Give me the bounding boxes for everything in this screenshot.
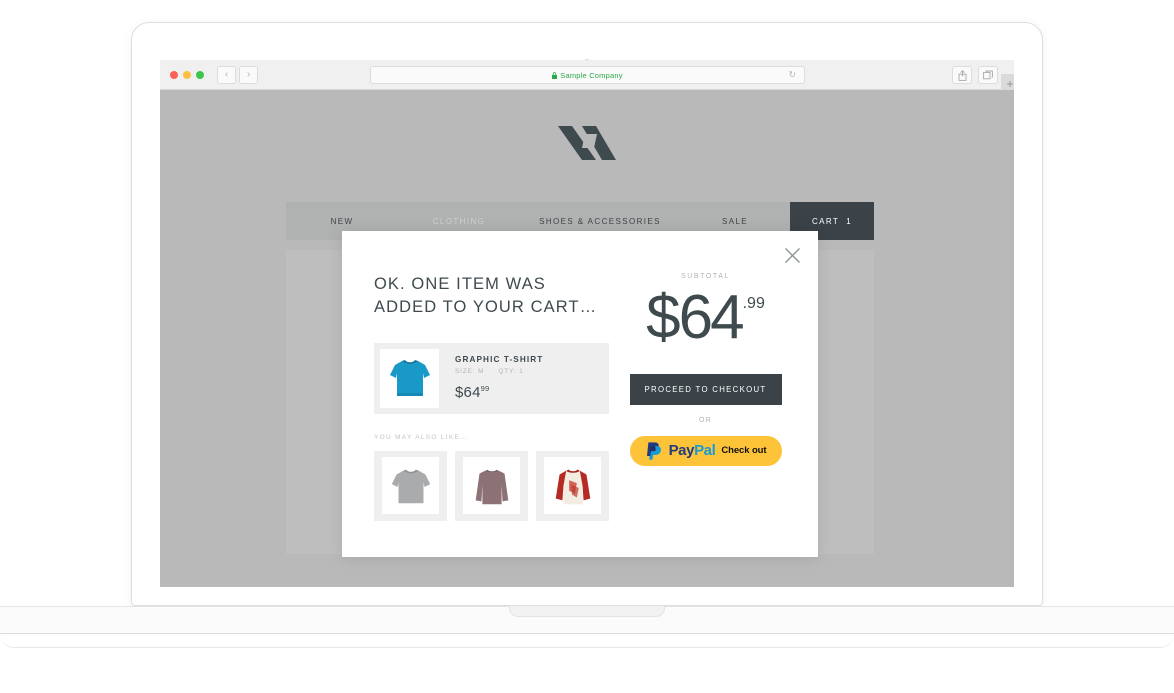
subtotal-label: SUBTOTAL	[680, 273, 731, 280]
show-tabs-button[interactable]	[978, 66, 998, 84]
modal-left-column: OK. ONE ITEM WAS ADDED TO YOUR CART… GRA…	[374, 273, 609, 521]
site-title-text: Sample Company	[560, 70, 623, 80]
close-icon	[784, 247, 800, 263]
cart-item-details: GRAPHIC T-SHIRT SIZE: M QTY: 1 $6499	[439, 355, 543, 401]
recommendation-card[interactable]	[374, 450, 447, 521]
paypal-pay-text: Pay	[668, 442, 695, 460]
cart-item-qty: QTY: 1	[498, 368, 524, 376]
tshirt-icon	[389, 360, 430, 397]
raglan-shirt-icon	[555, 469, 590, 505]
recommendations-row	[374, 450, 609, 521]
tabs-icon	[982, 70, 993, 80]
cart-item-attributes: SIZE: M QTY: 1	[455, 368, 543, 375]
cart-item-title: GRAPHIC T-SHIRT	[455, 355, 544, 365]
paypal-checkout-button[interactable]: PayPal Check out	[629, 435, 782, 466]
proceed-to-checkout-button[interactable]: PROCEED TO CHECKOUT	[629, 373, 782, 405]
subtotal-cents: .99	[742, 295, 765, 312]
cart-line-item: GRAPHIC T-SHIRT SIZE: M QTY: 1 $6499	[374, 342, 609, 414]
browser-toolbar: ‹ › Sample Company ↻ +	[160, 60, 1014, 94]
paypal-wordmark: PayPal	[669, 442, 716, 459]
mauve-longsleeve-thumbnail	[463, 457, 520, 515]
paypal-action-text: Check out	[721, 445, 767, 457]
subtotal-amount: $ 64 .99	[623, 283, 788, 352]
lock-icon	[552, 71, 558, 79]
or-divider-label: OR	[698, 416, 713, 424]
reload-button[interactable]: ↻	[788, 70, 796, 81]
maximize-window-button[interactable]	[196, 70, 204, 79]
close-window-button[interactable]	[170, 70, 178, 79]
cart-item-price-cents: 99	[480, 384, 490, 394]
site-header	[160, 114, 1014, 162]
paypal-pal-text: Pal	[694, 442, 716, 460]
cart-item-size: SIZE: M	[455, 368, 485, 376]
cart-item-price: $6499	[455, 384, 543, 401]
laptop-hinge-notch	[509, 606, 665, 617]
tshirt-icon	[391, 469, 430, 504]
modal-headline: OK. ONE ITEM WAS ADDED TO YOUR CART…	[374, 275, 598, 317]
address-bar[interactable]: Sample Company ↻	[370, 66, 805, 84]
share-button[interactable]	[952, 66, 972, 84]
cart-item-price-main: $64	[455, 384, 481, 402]
window-controls[interactable]	[170, 70, 204, 79]
nav-buttons[interactable]: ‹ ›	[217, 65, 258, 84]
screenshot-stage: ‹ › Sample Company ↻ + NEW CLOTHING SHOE…	[0, 0, 1174, 693]
webpage-content: NEW CLOTHING SHOES & ACCESSORIES SALE CA…	[160, 90, 1014, 587]
gray-tshirt-thumbnail	[382, 457, 439, 515]
recommendation-card[interactable]	[536, 450, 609, 521]
cyan-tshirt-thumbnail	[380, 348, 439, 408]
laptop-base-lower-edge	[0, 634, 1174, 648]
modal-close-button[interactable]	[781, 244, 803, 266]
browser-window: ‹ › Sample Company ↻ + NEW CLOTHING SHOE…	[160, 60, 1014, 587]
modal-body: OK. ONE ITEM WAS ADDED TO YOUR CART… GRA…	[342, 231, 818, 521]
share-icon	[958, 69, 966, 81]
recommendation-card[interactable]	[455, 450, 528, 521]
cart-count: 1	[846, 216, 853, 226]
modal-right-column: SUBTOTAL $ 64 .99 PROCEED TO CHECKOUT OR	[609, 273, 788, 521]
longsleeve-icon	[475, 469, 508, 505]
toolbar-right-icons[interactable]	[952, 66, 998, 84]
paypal-logo-icon	[646, 442, 661, 460]
subtotal-currency: $	[646, 283, 681, 352]
red-raglan-thumbnail	[544, 457, 601, 515]
brand-logo[interactable]	[552, 114, 622, 162]
back-button[interactable]: ‹	[217, 65, 236, 84]
address-bar-content: Sample Company	[552, 70, 623, 80]
subtotal-dollars: 64	[678, 283, 745, 352]
cart-confirmation-modal: OK. ONE ITEM WAS ADDED TO YOUR CART… GRA…	[342, 231, 818, 557]
minimize-window-button[interactable]	[183, 70, 191, 79]
forward-button[interactable]: ›	[239, 65, 258, 84]
cart-label: CART	[811, 216, 840, 226]
recommendations-label: YOU MAY ALSO LIKE…	[374, 433, 468, 441]
